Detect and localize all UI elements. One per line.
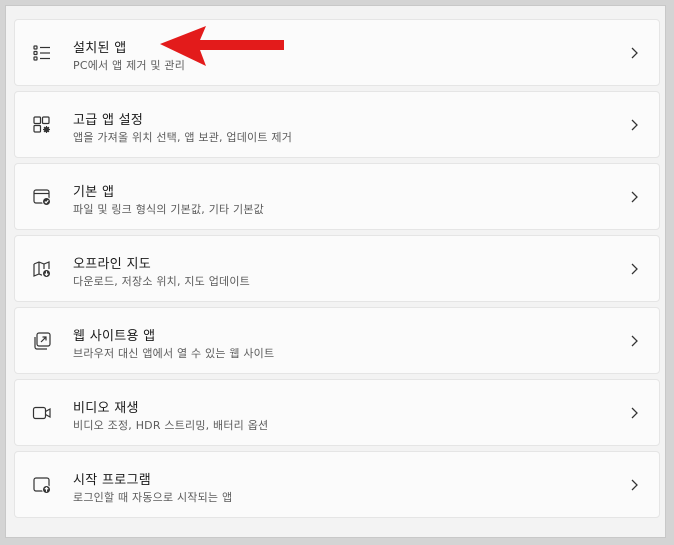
item-subtitle: 다운로드, 저장소 위치, 지도 업데이트	[73, 275, 250, 288]
item-title: 고급 앱 설정	[73, 113, 144, 128]
installed-apps-list-icon	[32, 43, 52, 63]
item-title: 기본 앱	[73, 185, 115, 200]
chevron-right-icon	[631, 119, 638, 131]
item-subtitle: 비디오 조정, HDR 스트리밍, 배터리 옵션	[73, 419, 269, 432]
item-title: 설치된 앱	[73, 41, 127, 56]
chevron-right-icon	[631, 47, 638, 59]
chevron-right-icon	[631, 191, 638, 203]
chevron-right-icon	[631, 335, 638, 347]
chevron-right-icon	[631, 263, 638, 275]
installed-apps-item[interactable]: 설치된 앱 PC에서 앱 제거 및 관리	[14, 19, 660, 86]
apps-for-websites-icon	[32, 331, 52, 351]
apps-for-websites-item[interactable]: 웹 사이트용 앱 브라우저 대신 앱에서 열 수 있는 웹 사이트	[14, 307, 660, 374]
item-title: 시작 프로그램	[73, 473, 151, 488]
startup-icon	[32, 475, 52, 495]
startup-item[interactable]: 시작 프로그램 로그인할 때 자동으로 시작되는 앱	[14, 451, 660, 518]
video-playback-item[interactable]: 비디오 재생 비디오 조정, HDR 스트리밍, 배터리 옵션	[14, 379, 660, 446]
chevron-right-icon	[631, 407, 638, 419]
offline-maps-icon	[32, 259, 52, 279]
advanced-app-settings-item[interactable]: 고급 앱 설정 앱을 가져올 위치 선택, 앱 보관, 업데이트 제거	[14, 91, 660, 158]
settings-panel: 설치된 앱 PC에서 앱 제거 및 관리 고급 앱 설정 앱을 가져올 위치 선…	[5, 5, 666, 538]
video-camera-icon	[32, 403, 52, 423]
annotation-red-arrow	[160, 26, 284, 66]
item-subtitle: 브라우저 대신 앱에서 열 수 있는 웹 사이트	[73, 347, 275, 360]
advanced-app-settings-icon	[32, 115, 52, 135]
chevron-right-icon	[631, 479, 638, 491]
offline-maps-item[interactable]: 오프라인 지도 다운로드, 저장소 위치, 지도 업데이트	[14, 235, 660, 302]
item-title: 오프라인 지도	[73, 257, 151, 272]
default-apps-item[interactable]: 기본 앱 파일 및 링크 형식의 기본값, 기타 기본값	[14, 163, 660, 230]
item-title: 웹 사이트용 앱	[73, 329, 156, 344]
item-subtitle: 파일 및 링크 형식의 기본값, 기타 기본값	[73, 203, 264, 216]
item-title: 비디오 재생	[73, 401, 139, 416]
item-subtitle: 앱을 가져올 위치 선택, 앱 보관, 업데이트 제거	[73, 131, 293, 144]
default-apps-icon	[32, 187, 52, 207]
item-subtitle: 로그인할 때 자동으로 시작되는 앱	[73, 491, 233, 504]
